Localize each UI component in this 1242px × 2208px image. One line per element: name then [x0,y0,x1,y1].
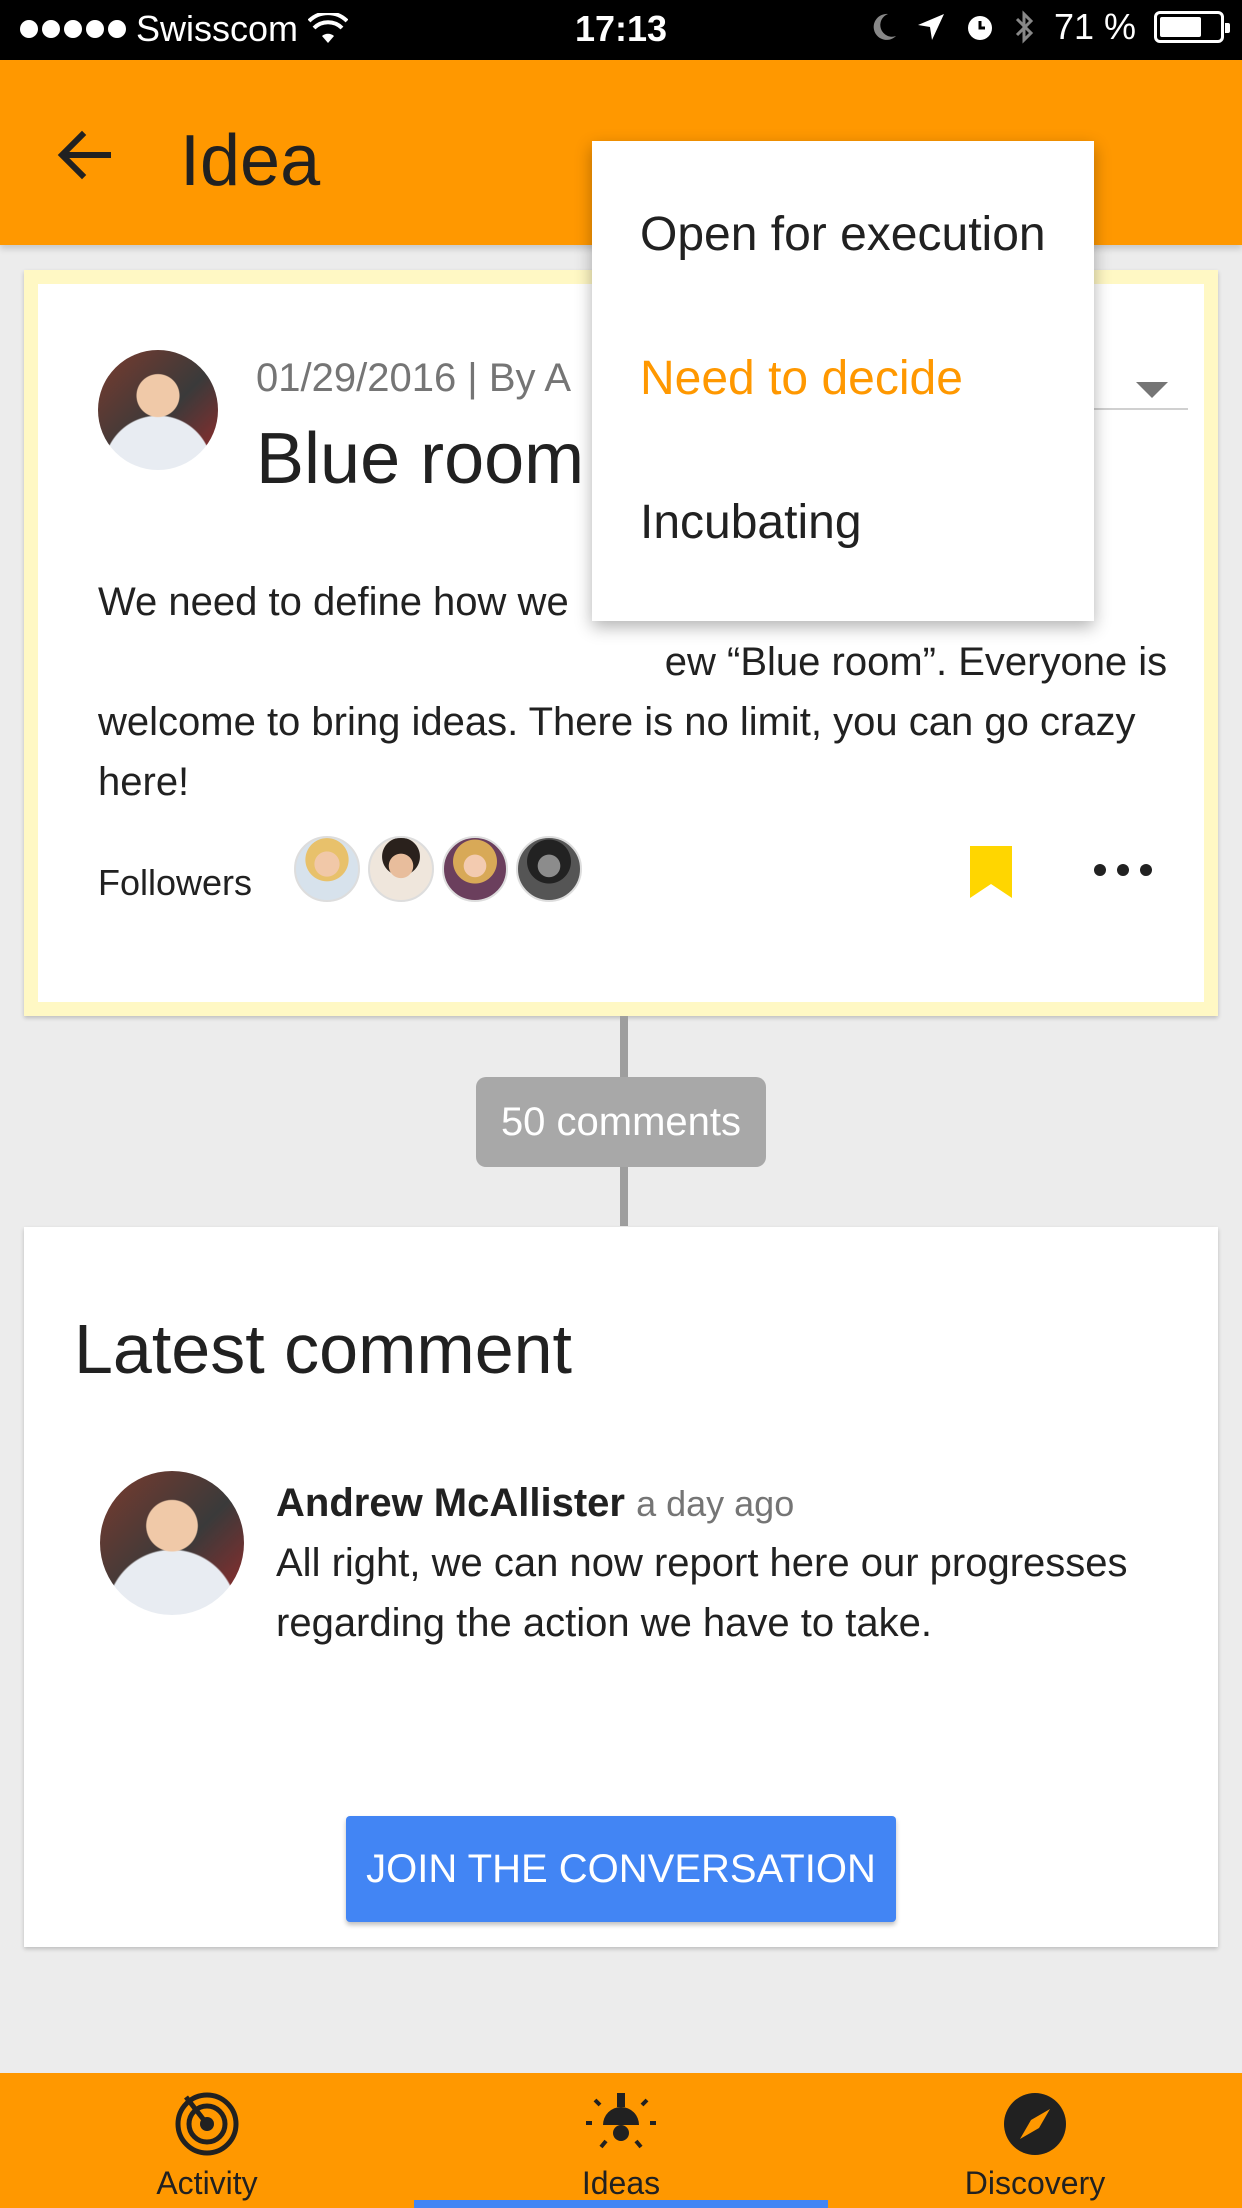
menu-item-need-to-decide[interactable]: Need to decide [640,351,963,406]
follower-avatar[interactable] [294,836,360,902]
more-options-button[interactable] [1088,850,1158,890]
nav-label-activity: Activity [156,2165,258,2201]
commenter-name[interactable]: Andrew McAllister [276,1481,625,1525]
more-dot-icon [1117,864,1129,876]
comment-body: All right, we can now report here our pr… [276,1541,1128,1645]
follower-avatar[interactable] [368,836,434,902]
latest-comment-heading: Latest comment [74,1310,572,1388]
location-icon [917,14,944,40]
bookmark-icon [970,846,1012,898]
nav-item-ideas[interactable]: Ideas [414,2073,828,2208]
idea-meta: 01/29/2016 | By A [256,356,572,400]
nav-item-activity[interactable]: Activity [0,2073,414,2208]
follower-avatar[interactable] [516,836,582,902]
status-right: 71 % [870,6,1230,48]
page-title: Idea [180,121,321,201]
follower-avatar[interactable] [442,836,508,902]
bookmark-button[interactable] [968,844,1014,900]
nav-label-ideas: Ideas [581,2165,661,2201]
battery-fill [1160,17,1201,37]
comment-time: a day ago [636,1483,795,1524]
author-avatar[interactable] [98,350,218,470]
more-dot-icon [1140,864,1152,876]
latest-comment-card: Latest comment Andrew McAllister a day a… [24,1227,1218,1947]
back-button[interactable] [50,120,130,190]
alarm-icon [967,16,992,40]
nav-item-discovery[interactable]: Discovery [828,2073,1242,2208]
bottom-navigation: Activity Ideas Discovery [0,2073,1242,2208]
battery-percent: 71 % [1053,6,1136,47]
arrow-back-icon [57,130,111,180]
status-menu: Open for execution Need to decide Incuba… [592,141,1094,621]
battery-icon [1154,11,1230,43]
followers-list [294,836,582,902]
dropdown-caret-icon [1136,382,1168,398]
menu-item-incubating[interactable]: Incubating [640,495,862,550]
menu-item-open-for-execution[interactable]: Open for execution [640,207,1046,262]
lightbulb-icon [586,2093,656,2149]
active-tab-indicator [414,2200,828,2208]
comment-header: Andrew McAllister a day ago [276,1481,794,1526]
moon-icon [873,13,896,40]
idea-title: Blue room [256,419,585,499]
join-conversation-button[interactable]: JOIN THE CONVERSATION [346,1816,896,1922]
commenter-avatar[interactable] [100,1471,244,1615]
activity-icon [175,2092,239,2156]
bluetooth-icon [1015,10,1034,44]
followers-label: Followers [98,862,253,903]
nav-label-discovery: Discovery [964,2165,1106,2201]
compass-icon [1004,2093,1066,2155]
comments-count-button[interactable]: 50 comments [476,1077,766,1167]
status-bar: Swisscom 17:13 71 % [0,0,1242,60]
more-dot-icon [1094,864,1106,876]
